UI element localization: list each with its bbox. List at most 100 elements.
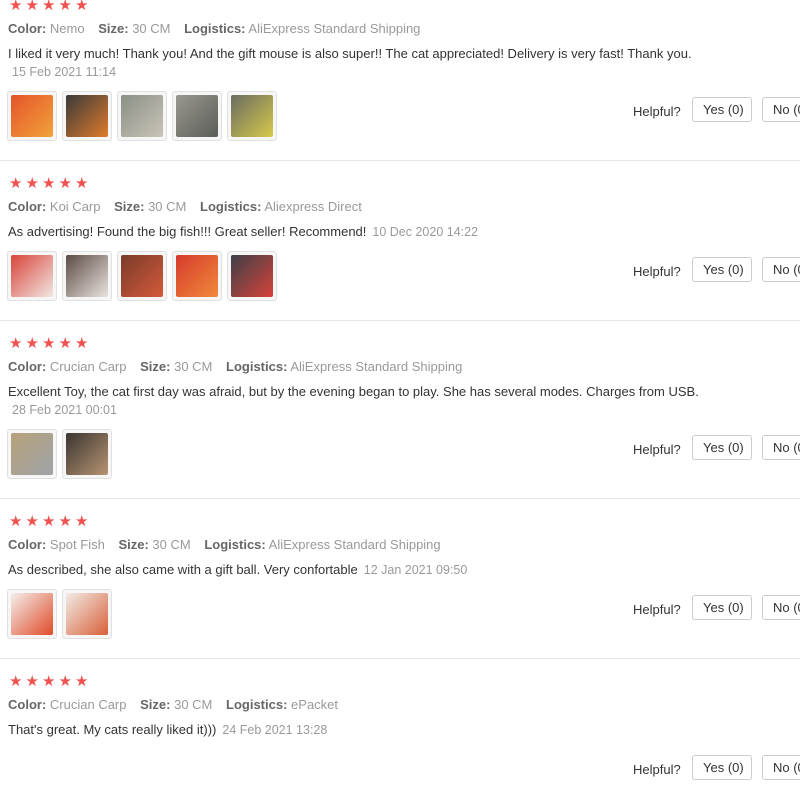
- review-text-body: As described, she also came with a gift …: [8, 562, 358, 577]
- star-icon: ★: [75, 0, 89, 14]
- helpful-yes-button[interactable]: Yes (0): [692, 435, 752, 460]
- rating-stars: ★ ★ ★ ★ ★: [8, 674, 90, 690]
- star-icon: ★: [25, 513, 39, 530]
- koi-fish-toy-photo[interactable]: [227, 251, 277, 301]
- helpful-no-button[interactable]: No (0): [762, 435, 800, 460]
- star-icon: ★: [9, 0, 23, 14]
- logistics-label: Logistics:: [184, 21, 246, 36]
- logistics-value: AliExpress Standard Shipping: [290, 359, 463, 374]
- size-label: Size:: [118, 537, 149, 552]
- color-value: Crucian Carp: [49, 697, 127, 712]
- review-text-body: That's great. My cats really liked it))): [8, 722, 217, 737]
- review-text: Excellent Toy, the cat first day was afr…: [8, 384, 699, 399]
- helpful-yes-button[interactable]: Yes (0): [692, 755, 752, 780]
- star-icon: ★: [25, 335, 39, 352]
- color-value: Nemo: [49, 21, 85, 36]
- review-item: ★ ★ ★ ★ ★ Color: Crucian Carp Size: 30 CM Lo…: [0, 320, 800, 499]
- helpful-label: Helpful?: [633, 602, 681, 617]
- rating-stars: ★ ★ ★ ★ ★: [8, 514, 90, 530]
- star-icon: ★: [25, 175, 39, 192]
- color-label: Color:: [8, 21, 47, 36]
- review-item: ★ ★ ★ ★ ★ Color: Nemo Size: 30 CM Logistics:…: [0, 0, 800, 161]
- star-icon: ★: [9, 175, 23, 192]
- review-date: 15 Feb 2021 11:14: [12, 65, 117, 79]
- star-icon: ★: [25, 0, 39, 14]
- color-value: Koi Carp: [49, 199, 101, 214]
- koi-fish-toy-photo[interactable]: [172, 251, 222, 301]
- size-label: Size:: [114, 199, 145, 214]
- cat-with-toy-photo[interactable]: [117, 251, 167, 301]
- review-date: 24 Feb 2021 13:28: [222, 723, 328, 737]
- review-item: ★ ★ ★ ★ ★ Color: Spot Fish Size: 30 CM Logis…: [0, 498, 800, 659]
- star-icon: ★: [9, 673, 23, 690]
- star-icon: ★: [42, 0, 56, 14]
- review-meta: Color: Nemo Size: 30 CM Logistics: AliEx…: [8, 21, 430, 37]
- review-text-body: As advertising! Found the big fish!!! Gr…: [8, 224, 367, 239]
- spot-fish-toy-photo[interactable]: [7, 589, 57, 639]
- helpful-no-button[interactable]: No (0): [762, 257, 800, 282]
- helpful-yes-button[interactable]: Yes (0): [692, 257, 752, 282]
- size-value: 30 CM: [148, 199, 187, 214]
- star-icon: ★: [9, 513, 23, 530]
- cat-with-toy-photo[interactable]: [172, 91, 222, 141]
- star-icon: ★: [75, 513, 89, 530]
- color-value: Spot Fish: [49, 537, 105, 552]
- gift-ball-photo[interactable]: [62, 589, 112, 639]
- helpful-no-button[interactable]: No (0): [762, 755, 800, 780]
- review-text: As advertising! Found the big fish!!! Gr…: [8, 224, 478, 240]
- star-icon: ★: [9, 335, 23, 352]
- color-label: Color:: [8, 359, 47, 374]
- star-icon: ★: [25, 673, 39, 690]
- size-label: Size:: [98, 21, 129, 36]
- logistics-value: ePacket: [291, 697, 339, 712]
- rating-stars: ★ ★ ★ ★ ★: [8, 176, 90, 192]
- review-meta: Color: Crucian Carp Size: 30 CM Logistic…: [8, 697, 348, 713]
- size-label: Size:: [140, 359, 171, 374]
- star-icon: ★: [58, 0, 72, 14]
- cat-with-toy-photo[interactable]: [117, 91, 167, 141]
- star-icon: ★: [42, 335, 56, 352]
- color-label: Color:: [8, 199, 47, 214]
- clownfish-toy-photo[interactable]: [7, 91, 57, 141]
- photo-thumbnails: [7, 429, 112, 479]
- star-icon: ★: [58, 673, 72, 690]
- helpful-no-button[interactable]: No (0): [762, 97, 800, 122]
- color-label: Color:: [8, 697, 47, 712]
- star-icon: ★: [58, 335, 72, 352]
- review-text: I liked it very much! Thank you! And the…: [8, 46, 692, 61]
- size-value: 30 CM: [132, 21, 171, 36]
- gift-mouse-photo[interactable]: [227, 91, 277, 141]
- review-meta: Color: Koi Carp Size: 30 CM Logistics: A…: [8, 199, 372, 215]
- helpful-label: Helpful?: [633, 264, 681, 279]
- star-icon: ★: [42, 673, 56, 690]
- photo-thumbnails: [7, 91, 277, 141]
- photo-thumbnails: [7, 251, 277, 301]
- helpful-label: Helpful?: [633, 442, 681, 457]
- carp-fish-toy-photo[interactable]: [7, 429, 57, 479]
- size-value: 30 CM: [152, 537, 191, 552]
- color-value: Crucian Carp: [49, 359, 127, 374]
- star-icon: ★: [75, 335, 89, 352]
- star-icon: ★: [75, 175, 89, 192]
- star-icon: ★: [42, 175, 56, 192]
- helpful-yes-button[interactable]: Yes (0): [692, 97, 752, 122]
- review-item: ★ ★ ★ ★ ★ Color: Koi Carp Size: 30 CM Logist…: [0, 160, 800, 321]
- logistics-label: Logistics:: [226, 359, 288, 374]
- cat-with-toy-photo[interactable]: [62, 429, 112, 479]
- cat-with-toy-photo[interactable]: [62, 251, 112, 301]
- helpful-no-button[interactable]: No (0): [762, 595, 800, 620]
- koi-fish-toy-photo[interactable]: [7, 251, 57, 301]
- review-date: 12 Jan 2021 09:50: [363, 563, 468, 577]
- size-value: 30 CM: [174, 359, 213, 374]
- review-item: ★ ★ ★ ★ ★ Color: Crucian Carp Size: 30 CM Lo…: [0, 658, 800, 800]
- review-text: As described, she also came with a gift …: [8, 562, 467, 578]
- logistics-value: AliExpress Standard Shipping: [268, 537, 441, 552]
- star-icon: ★: [58, 175, 72, 192]
- helpful-yes-button[interactable]: Yes (0): [692, 595, 752, 620]
- color-label: Color:: [8, 537, 47, 552]
- size-value: 30 CM: [174, 697, 213, 712]
- review-date: 28 Feb 2021 00:01: [12, 403, 117, 417]
- star-icon: ★: [42, 513, 56, 530]
- clownfish-toy-photo[interactable]: [62, 91, 112, 141]
- review-text: That's great. My cats really liked it)))…: [8, 722, 327, 738]
